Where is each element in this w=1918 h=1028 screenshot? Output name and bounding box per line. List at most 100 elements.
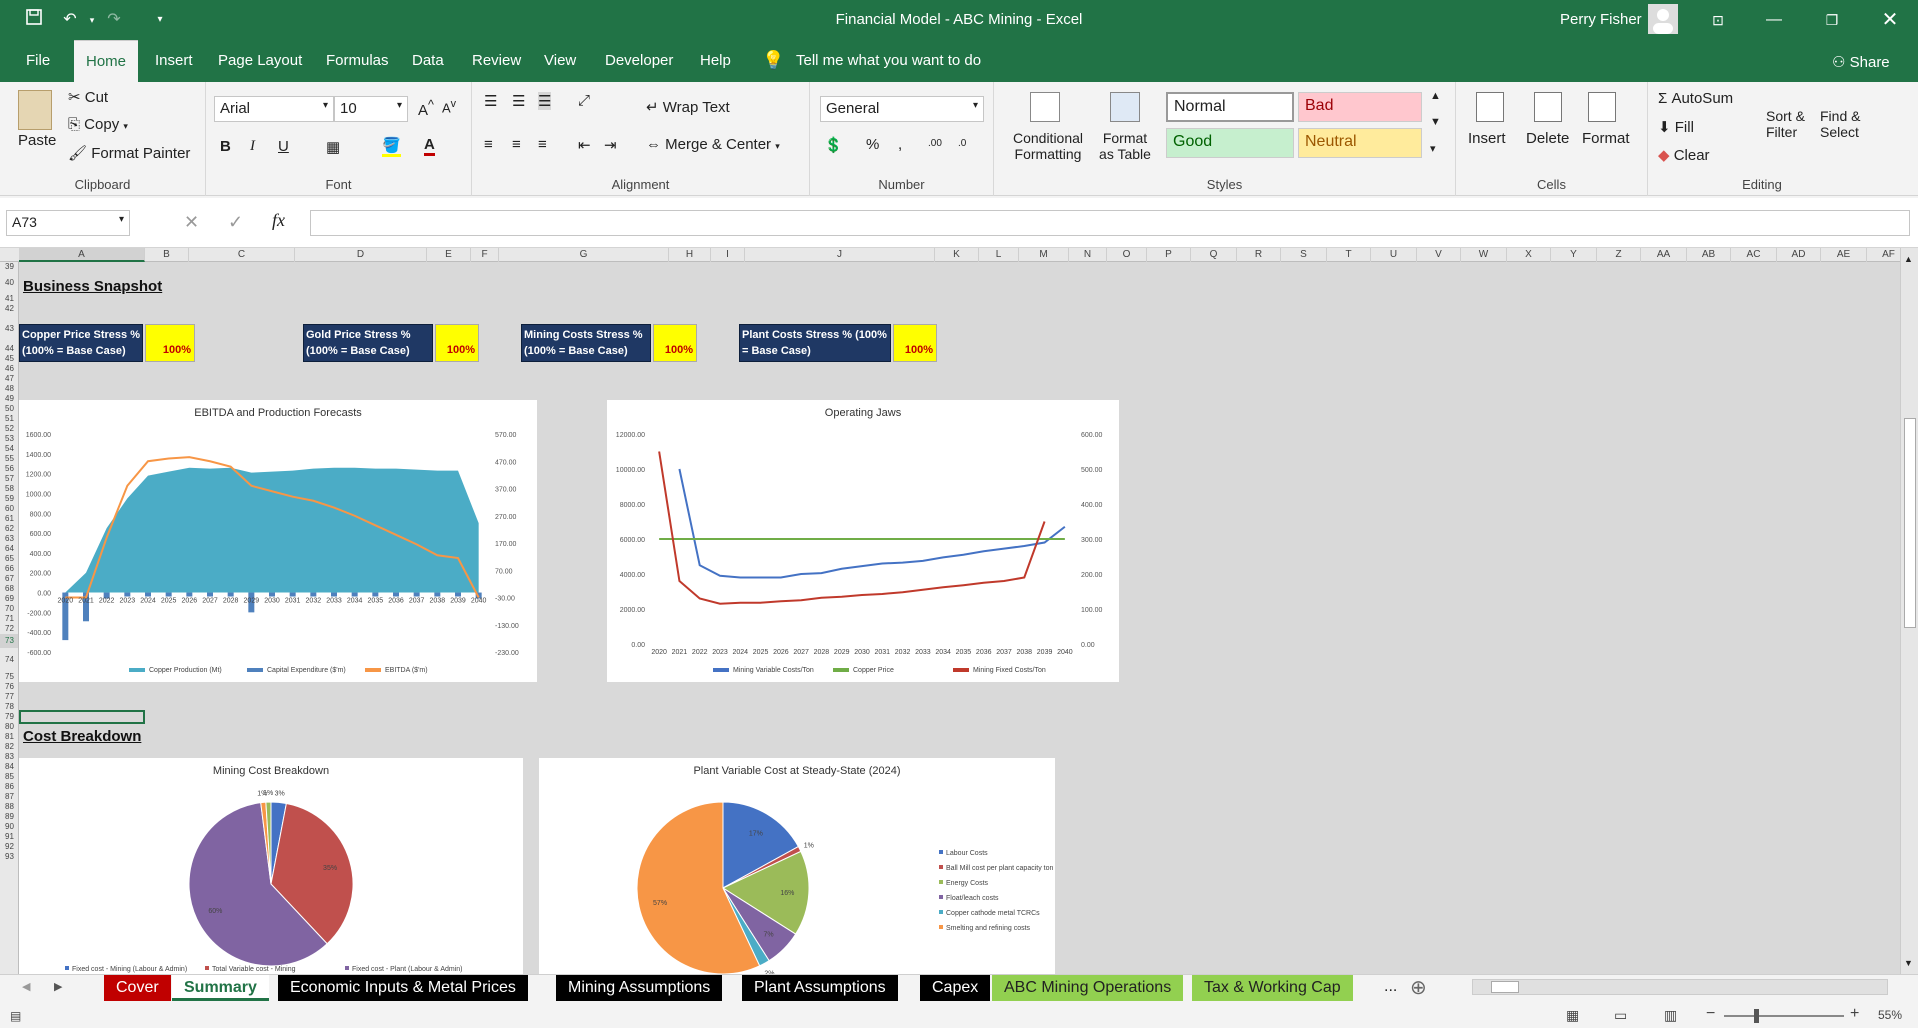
row-header[interactable]: 93: [0, 852, 18, 862]
ribbon-display-icon[interactable]: ⊡: [1706, 8, 1730, 32]
column-header[interactable]: AA: [1641, 248, 1687, 262]
row-header[interactable]: 71: [0, 614, 18, 624]
conditional-formatting-icon[interactable]: [1030, 92, 1060, 122]
column-header[interactable]: S: [1281, 248, 1327, 262]
column-header[interactable]: D: [295, 248, 427, 262]
conditional-formatting-button[interactable]: Conditional Formatting: [1006, 130, 1090, 162]
row-header[interactable]: 84: [0, 762, 18, 772]
tab-developer[interactable]: Developer: [593, 40, 685, 82]
row-header[interactable]: 50: [0, 404, 18, 414]
underline-button[interactable]: U: [278, 138, 289, 155]
column-header[interactable]: L: [979, 248, 1019, 262]
row-header[interactable]: 52: [0, 424, 18, 434]
row-header[interactable]: 67: [0, 574, 18, 584]
column-header[interactable]: Q: [1191, 248, 1237, 262]
row-header[interactable]: 75: [0, 672, 18, 682]
column-header[interactable]: W: [1461, 248, 1507, 262]
align-top-icon[interactable]: ☰: [484, 92, 497, 110]
align-right-icon[interactable]: ≡: [538, 136, 547, 153]
more-sheets-button[interactable]: ...: [1384, 978, 1397, 996]
decrease-indent-icon[interactable]: ⇤: [578, 136, 591, 154]
operating-jaws-chart[interactable]: Operating Jaws 12000.00 10000.00 8000.00 600…: [607, 400, 1119, 682]
row-header[interactable]: 49: [0, 394, 18, 404]
currency-icon[interactable]: 💲: [824, 136, 843, 154]
worksheet[interactable]: Business Snapshot Copper Price Stress % …: [19, 262, 1900, 974]
row-header[interactable]: 65: [0, 554, 18, 564]
row-header[interactable]: 85: [0, 772, 18, 782]
column-header[interactable]: I: [711, 248, 745, 262]
row-header[interactable]: 92: [0, 842, 18, 852]
cut-button[interactable]: ✂ Cut: [68, 88, 108, 106]
row-header[interactable]: 82: [0, 742, 18, 752]
row-header[interactable]: 91: [0, 832, 18, 842]
sheet-tab[interactable]: Economic Inputs & Metal Prices: [278, 975, 528, 1001]
tab-review[interactable]: Review: [460, 40, 533, 82]
tab-page-layout[interactable]: Page Layout: [206, 40, 314, 82]
merge-center-button[interactable]: ⇔ Merge & Center ▾: [646, 136, 780, 153]
new-sheet-icon[interactable]: ⊕: [1410, 975, 1427, 1000]
share-button[interactable]: ⚇ Share: [1832, 53, 1890, 71]
column-header[interactable]: F: [471, 248, 499, 262]
scroll-down-icon[interactable]: ▼: [1904, 958, 1913, 968]
font-color-icon[interactable]: A: [424, 136, 435, 156]
fill-button[interactable]: ⬇ Fill: [1658, 118, 1694, 136]
row-header[interactable]: 62: [0, 524, 18, 534]
row-header[interactable]: 69: [0, 594, 18, 604]
cancel-icon[interactable]: ✕: [184, 212, 199, 233]
paste-icon[interactable]: [18, 90, 52, 130]
column-header[interactable]: R: [1237, 248, 1281, 262]
tell-me-box[interactable]: Tell me what you want to do: [784, 40, 993, 82]
row-header[interactable]: 60: [0, 504, 18, 514]
column-header[interactable]: B: [145, 248, 189, 262]
selected-cell-a73[interactable]: [19, 710, 145, 724]
sheet-tab[interactable]: Plant Assumptions: [742, 975, 898, 1001]
row-header[interactable]: 61: [0, 514, 18, 524]
column-header[interactable]: N: [1069, 248, 1107, 262]
column-header[interactable]: T: [1327, 248, 1371, 262]
row-header[interactable]: 58: [0, 484, 18, 494]
sheet-tab[interactable]: Capex: [920, 975, 991, 1001]
delete-cells-icon[interactable]: [1534, 92, 1562, 122]
stress-value-plant[interactable]: 100%: [893, 324, 937, 362]
italic-button[interactable]: I: [250, 138, 255, 155]
column-header[interactable]: U: [1371, 248, 1417, 262]
page-layout-view-icon[interactable]: ▭: [1614, 1007, 1627, 1024]
column-header[interactable]: X: [1507, 248, 1551, 262]
row-header[interactable]: 40: [0, 272, 18, 294]
styles-more-icon[interactable]: ▾: [1430, 142, 1436, 155]
column-header[interactable]: AC: [1731, 248, 1777, 262]
zoom-level[interactable]: 55%: [1878, 1008, 1902, 1022]
row-header[interactable]: 74: [0, 648, 18, 672]
row-header[interactable]: 57: [0, 474, 18, 484]
decrease-decimal-icon[interactable]: .0: [958, 138, 966, 149]
borders-icon[interactable]: ▦: [326, 138, 340, 156]
row-header[interactable]: 81: [0, 732, 18, 742]
column-header[interactable]: M: [1019, 248, 1069, 262]
column-header[interactable]: H: [669, 248, 711, 262]
column-header[interactable]: C: [189, 248, 295, 262]
restore-icon[interactable]: ❐: [1820, 8, 1844, 32]
font-name-select[interactable]: Arial ▾: [214, 96, 334, 122]
column-header[interactable]: K: [935, 248, 979, 262]
style-normal[interactable]: Normal: [1166, 92, 1294, 122]
align-center-icon[interactable]: ≡: [512, 136, 521, 153]
column-header[interactable]: Y: [1551, 248, 1597, 262]
row-header[interactable]: 86: [0, 782, 18, 792]
row-header[interactable]: 48: [0, 384, 18, 394]
style-neutral[interactable]: Neutral: [1298, 128, 1422, 158]
close-icon[interactable]: ✕: [1878, 8, 1902, 32]
column-header[interactable]: G: [499, 248, 669, 262]
find-select-button[interactable]: Find & Select: [1820, 108, 1876, 140]
tab-view[interactable]: View: [532, 40, 588, 82]
row-header[interactable]: 79: [0, 712, 18, 722]
styles-scroll-down-icon[interactable]: ▼: [1430, 116, 1441, 128]
row-header[interactable]: 39: [0, 262, 18, 272]
row-header[interactable]: 45: [0, 354, 18, 364]
grow-font-icon[interactable]: A^: [418, 98, 434, 119]
row-header[interactable]: 53: [0, 434, 18, 444]
prev-sheet-icon[interactable]: ◀: [22, 980, 30, 993]
zoom-thumb[interactable]: [1754, 1009, 1759, 1023]
row-header[interactable]: 41: [0, 294, 18, 304]
column-header[interactable]: P: [1147, 248, 1191, 262]
row-header[interactable]: 87: [0, 792, 18, 802]
